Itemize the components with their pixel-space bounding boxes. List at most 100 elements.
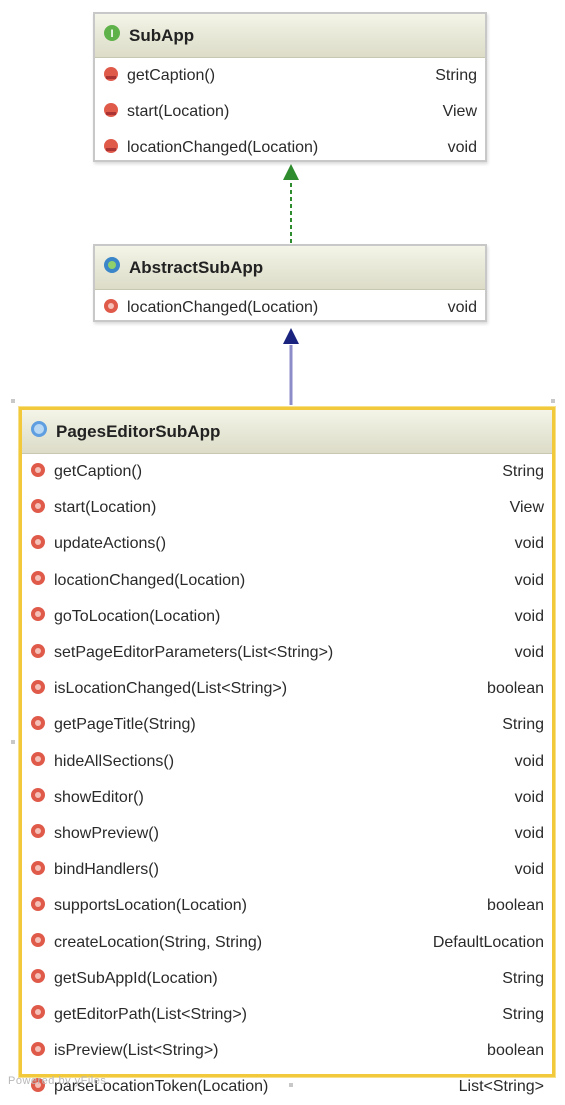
method-icon <box>30 968 46 989</box>
return-type: String <box>502 716 544 734</box>
method-icon <box>30 1004 46 1025</box>
return-type: String <box>435 67 477 85</box>
method-signature: supportsLocation(Location) <box>54 897 248 915</box>
method-icon <box>30 462 46 483</box>
method-row[interactable]: locationChanged(Location) void <box>22 563 552 599</box>
return-type: String <box>502 1005 544 1023</box>
method-icon <box>30 643 46 664</box>
return-type: String <box>502 463 544 481</box>
return-type: boolean <box>487 680 544 698</box>
return-type: void <box>514 535 544 553</box>
method-icon <box>30 751 46 772</box>
method-row[interactable]: locationChanged(Location) void <box>95 130 485 166</box>
method-signature: updateActions() <box>54 535 167 553</box>
method-row[interactable]: start(Location) View <box>22 490 552 526</box>
class-header: PagesEditorSubApp <box>22 410 552 454</box>
method-signature: showPreview() <box>54 824 159 842</box>
method-signature: getCaption() <box>54 463 143 481</box>
method-icon <box>30 896 46 917</box>
class-name: PagesEditorSubApp <box>56 421 221 441</box>
return-type: View <box>509 499 544 517</box>
method-icon <box>30 679 46 700</box>
method-icon <box>30 715 46 736</box>
method-signature: getEditorPath(List<String>) <box>54 1005 247 1023</box>
class-box-pageseditorsubapp[interactable]: PagesEditorSubApp getCaption() String star… <box>19 407 555 1095</box>
method-signature: createLocation(String, String) <box>54 933 263 951</box>
method-signature: isLocationChanged(List<String>) <box>54 680 288 698</box>
method-row[interactable]: supportsLocation(Location) boolean <box>22 888 552 924</box>
return-type: String <box>502 969 544 987</box>
return-type: void <box>514 824 544 842</box>
method-row[interactable]: setPageEditorParameters(List<String>) voi… <box>22 635 552 671</box>
method-icon <box>30 787 46 808</box>
selection-handle[interactable] <box>551 399 555 403</box>
generalization-arrowhead <box>283 328 299 344</box>
method-signature: getPageTitle(String) <box>54 716 196 734</box>
svg-text:I: I <box>110 28 113 40</box>
return-type: void <box>447 139 477 157</box>
method-signature: getCaption() <box>127 67 216 85</box>
method-icon <box>30 823 46 844</box>
method-icon <box>30 860 46 881</box>
method-row[interactable]: updateActions() void <box>22 526 552 562</box>
return-type: void <box>514 788 544 806</box>
watermark: Powered by yFiles <box>8 1075 107 1087</box>
class-box-subapp[interactable]: I SubApp getCaption() String start(Locat… <box>93 12 487 162</box>
return-type: void <box>447 299 477 317</box>
method-icon <box>30 932 46 953</box>
method-signature: start(Location) <box>127 103 230 121</box>
selection-handle[interactable] <box>11 740 15 744</box>
method-signature: bindHandlers() <box>54 861 159 879</box>
return-type: DefaultLocation <box>432 933 544 951</box>
method-row[interactable]: getCaption() String <box>22 454 552 490</box>
method-signature: locationChanged(Location) <box>54 571 246 589</box>
return-type: boolean <box>487 897 544 915</box>
return-type: List<String> <box>458 1078 544 1096</box>
method-signature: locationChanged(Location) <box>127 139 319 157</box>
method-signature: getSubAppId(Location) <box>54 969 218 987</box>
method-signature: setPageEditorParameters(List<String>) <box>54 644 334 662</box>
abstract-class-icon <box>103 256 121 279</box>
method-row[interactable]: hideAllSections() void <box>22 744 552 780</box>
method-signature: start(Location) <box>54 499 157 517</box>
method-row[interactable]: getPageTitle(String) String <box>22 707 552 743</box>
method-signature: locationChanged(Location) <box>127 299 319 317</box>
method-row[interactable]: isPreview(List<String>) boolean <box>22 1033 552 1069</box>
public-method-icon <box>103 298 119 319</box>
method-row[interactable]: createLocation(String, String) DefaultLoc… <box>22 924 552 960</box>
method-row[interactable]: getSubAppId(Location) String <box>22 961 552 997</box>
class-header: I SubApp <box>95 14 485 58</box>
return-type: void <box>514 571 544 589</box>
method-signature: goToLocation(Location) <box>54 607 221 625</box>
class-icon <box>30 420 48 443</box>
return-type: void <box>514 861 544 879</box>
method-row[interactable]: getCaption() String <box>95 58 485 94</box>
method-signature: showEditor() <box>54 788 144 806</box>
method-row[interactable]: showPreview() void <box>22 816 552 852</box>
method-row[interactable]: bindHandlers() void <box>22 852 552 888</box>
method-icon <box>30 534 46 555</box>
method-row[interactable]: getEditorPath(List<String>) String <box>22 997 552 1033</box>
interface-icon: I <box>103 24 121 47</box>
class-header: AbstractSubApp <box>95 246 485 290</box>
method-icon <box>30 570 46 591</box>
public-method-icon <box>103 102 119 123</box>
method-row[interactable]: start(Location) View <box>95 94 485 130</box>
method-row[interactable]: locationChanged(Location) void <box>95 290 485 326</box>
return-type: void <box>514 644 544 662</box>
return-type: void <box>514 607 544 625</box>
method-icon <box>30 498 46 519</box>
class-box-abstractsubapp[interactable]: AbstractSubApp locationChanged(Location)… <box>93 244 487 322</box>
public-method-icon <box>103 138 119 159</box>
method-row[interactable]: goToLocation(Location) void <box>22 599 552 635</box>
return-type: boolean <box>487 1042 544 1060</box>
method-signature: isPreview(List<String>) <box>54 1042 219 1060</box>
selection-handle[interactable] <box>11 399 15 403</box>
method-list: getCaption() String start(Location) View upd… <box>22 454 552 1105</box>
class-name: AbstractSubApp <box>129 257 264 277</box>
method-row[interactable]: isLocationChanged(List<String>) boolean <box>22 671 552 707</box>
method-icon <box>30 1041 46 1062</box>
return-type: View <box>442 103 477 121</box>
return-type: void <box>514 752 544 770</box>
method-row[interactable]: showEditor() void <box>22 780 552 816</box>
